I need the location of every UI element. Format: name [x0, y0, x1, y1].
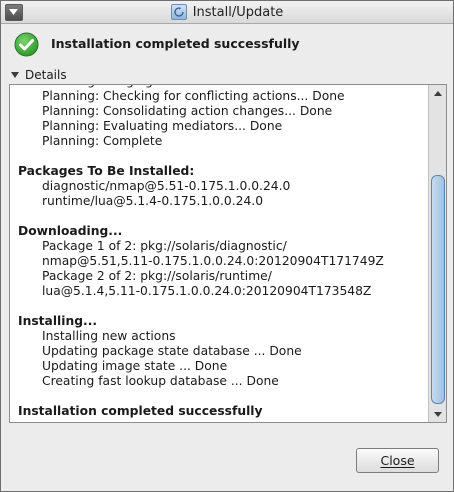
scroll-down-button[interactable]	[429, 406, 446, 422]
details-log-text: Planning: Merging actions... DonePlannin…	[18, 85, 428, 419]
details-log-panel[interactable]: Planning: Merging actions... DonePlannin…	[9, 84, 447, 423]
log-blank-line	[18, 209, 428, 224]
log-line: diagnostic/nmap@5.51-0.175.1.0.0.24.0	[42, 179, 291, 193]
check-circle-icon	[14, 32, 39, 57]
title-bar[interactable]: Install/Update	[1, 1, 453, 24]
details-label: Details	[25, 68, 67, 82]
log-blank-line	[18, 149, 428, 164]
log-line: Planning: Evaluating mediators... Done	[42, 119, 283, 133]
arrow-up-icon	[433, 90, 442, 96]
update-app-icon	[170, 4, 187, 20]
log-line: Creating fast lookup database ... Done	[42, 374, 279, 388]
log-section-heading: Installing...	[18, 314, 98, 328]
log-section-heading: Packages To Be Installed:	[18, 164, 195, 178]
log-line: Planning: Consolidating action changes..…	[42, 104, 333, 118]
log-line: Updating image state ... Done	[42, 359, 228, 373]
details-expander[interactable]: Details	[11, 68, 67, 82]
log-line: Installing new actions	[42, 329, 176, 343]
window-title-group: Install/Update	[1, 1, 453, 23]
install-update-window: Install/Update Installation completed su…	[0, 0, 454, 492]
arrow-down-icon	[433, 411, 442, 417]
scroll-up-button[interactable]	[429, 85, 446, 101]
log-line: Updating package state database ... Done	[42, 344, 302, 358]
log-line: lua@5.1.4,5.11-0.175.1.0.0.24.0:20120904…	[42, 284, 372, 298]
log-line: Planning: Complete	[42, 134, 163, 148]
log-line: nmap@5.51,5.11-0.175.1.0.0.24.0:20120904…	[42, 254, 384, 268]
vertical-scrollbar[interactable]	[428, 85, 446, 422]
scrollbar-thumb[interactable]	[431, 175, 445, 404]
log-line: Package 1 of 2: pkg://solaris/diagnostic…	[42, 239, 287, 253]
log-section-heading: Installation completed successfully	[18, 404, 263, 418]
status-message: Installation completed successfully	[51, 36, 300, 51]
triangle-down-icon	[11, 72, 19, 78]
log-line: Package 2 of 2: pkg://solaris/runtime/	[42, 269, 272, 283]
log-blank-line	[18, 299, 428, 314]
log-blank-line	[18, 389, 428, 404]
log-section-heading: Downloading...	[18, 224, 123, 238]
close-button[interactable]: Close	[356, 448, 439, 473]
log-line: runtime/lua@5.1.4-0.175.1.0.0.24.0	[42, 194, 264, 208]
log-line: Planning: Checking for conflicting actio…	[42, 89, 345, 103]
window-title: Install/Update	[192, 4, 284, 20]
